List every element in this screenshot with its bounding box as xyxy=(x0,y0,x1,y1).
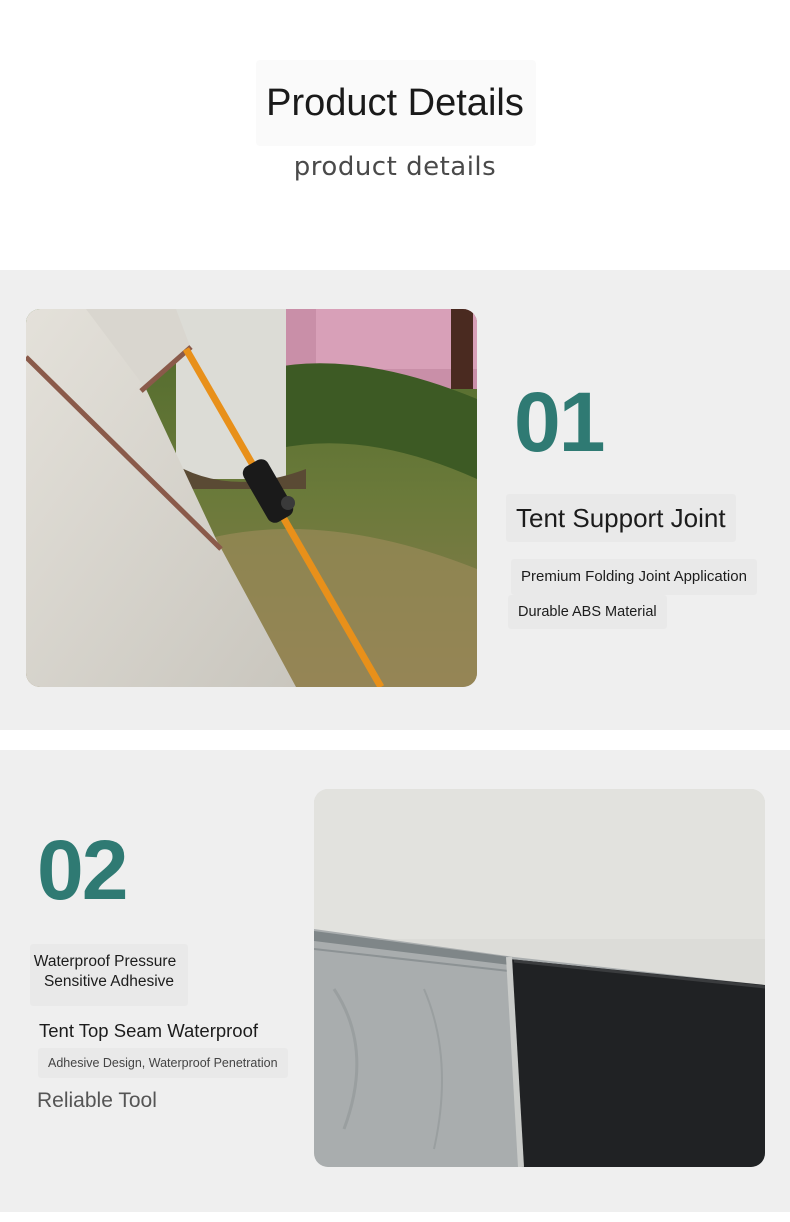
feature-heading: Tent Support Joint xyxy=(506,494,736,542)
feature-section-1: 01 Tent Support Joint Premium Folding Jo… xyxy=(0,270,790,730)
tent-pole-joint-photo xyxy=(26,309,477,687)
feature-detail-2: Durable ABS Material xyxy=(508,595,667,629)
feature-number: 01 xyxy=(514,375,605,469)
feature-description: Adhesive Design, Waterproof Penetration xyxy=(38,1048,288,1078)
page-subtitle: product details xyxy=(293,152,497,182)
page-header: Product Details product details xyxy=(0,0,790,270)
page-title: Product Details xyxy=(266,82,524,124)
feature-detail-1: Premium Folding Joint Application xyxy=(511,559,757,595)
adhesive-label-line-1: Waterproof Pressure xyxy=(33,953,177,970)
adhesive-label-line-2: Sensitive Adhesive xyxy=(43,973,175,990)
feature-number: 02 xyxy=(37,823,128,917)
adhesive-label: Waterproof Pressure Sensitive Adhesive xyxy=(30,944,188,1006)
feature-heading: Tent Top Seam Waterproof xyxy=(39,1020,259,1041)
feature-tagline: Reliable Tool xyxy=(37,1089,157,1112)
tent-seam-closeup-photo xyxy=(314,789,765,1167)
feature-section-2: 02 Waterproof Pressure Sensitive Adhesiv… xyxy=(0,750,790,1212)
